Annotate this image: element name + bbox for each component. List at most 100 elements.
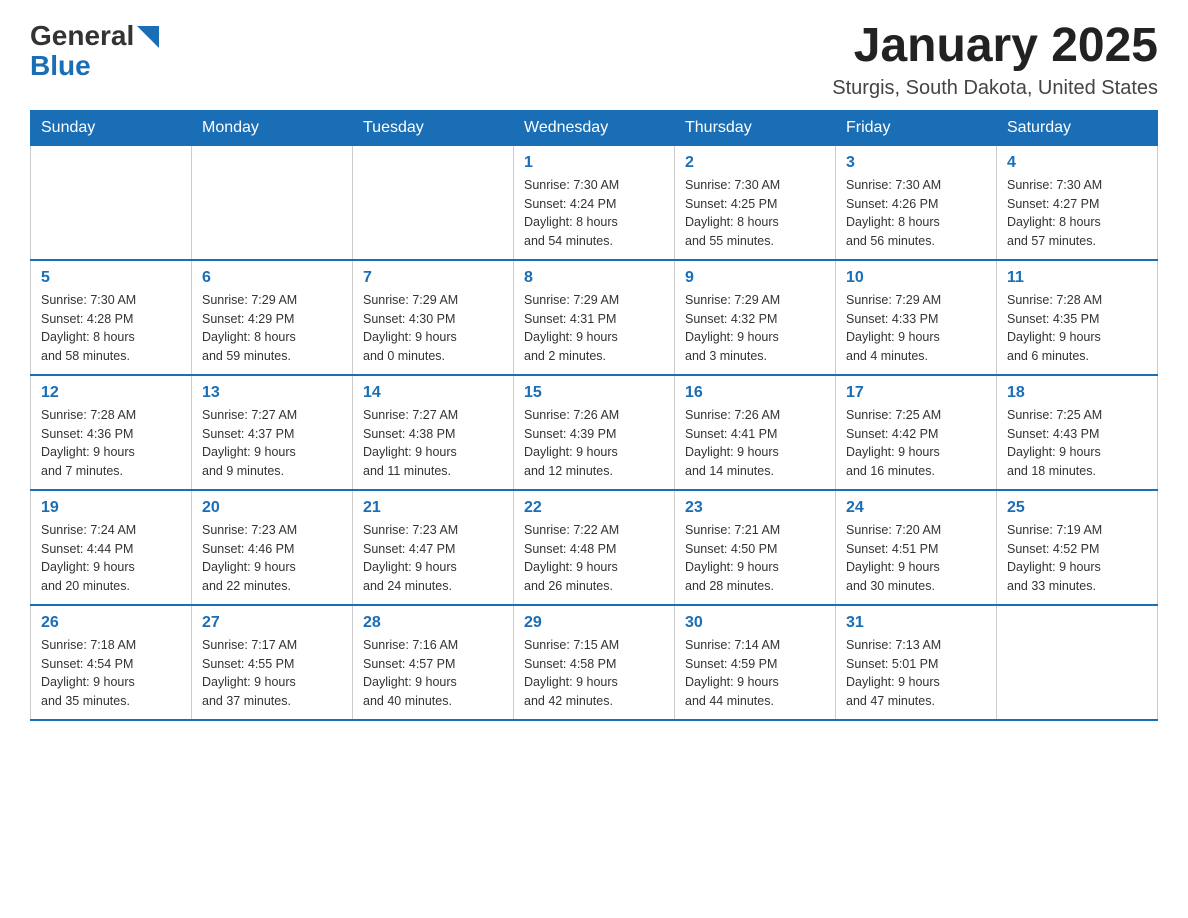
calendar-cell: 22 Sunrise: 7:22 AMSunset: 4:48 PMDayligh… [514,490,675,605]
calendar-cell [31,145,192,260]
day-info: Sunrise: 7:16 AMSunset: 4:57 PMDaylight:… [363,636,503,711]
calendar-cell: 9Sunrise: 7:29 AMSunset: 4:32 PMDaylight… [675,260,836,375]
day-info: Sunrise: 7:30 AMSunset: 4:26 PMDaylight:… [846,176,986,251]
day-info: Sunrise: 7:24 AMSunset: 4:44 PMDaylight:… [41,521,181,596]
calendar-cell [192,145,353,260]
calendar-cell: 14Sunrise: 7:27 AMSunset: 4:38 PMDayligh… [353,375,514,490]
calendar-header-row: SundayMondayTuesdayWednesdayThursdayFrid… [31,110,1158,145]
day-info: Sunrise: 7:19 AMSunset: 4:52 PMDaylight:… [1007,521,1147,596]
day-number: 2 [685,154,825,172]
calendar-cell: 11 Sunrise: 7:28 AMSunset: 4:35 PMDayligh… [997,260,1158,375]
day-info: Sunrise: 7:21 AMSunset: 4:50 PMDaylight:… [685,521,825,596]
day-number: 16 [685,384,825,402]
day-number: 30 [685,614,825,632]
day-number: 20 [202,499,342,517]
day-info: Sunrise: 7:30 AMSunset: 4:24 PMDaylight:… [524,176,664,251]
day-number: 11 [1007,269,1147,287]
weekday-header-sunday: Sunday [31,110,192,145]
weekday-header-tuesday: Tuesday [353,110,514,145]
logo-general-text: General [30,20,134,52]
day-info: Sunrise: 7:30 AMSunset: 4:25 PMDaylight:… [685,176,825,251]
calendar-cell: 25 Sunrise: 7:19 AMSunset: 4:52 PMDayligh… [997,490,1158,605]
calendar-cell: 17 Sunrise: 7:25 AMSunset: 4:42 PMDayligh… [836,375,997,490]
logo: General Blue [30,20,159,80]
day-number: 17 [846,384,986,402]
day-info: Sunrise: 7:18 AMSunset: 4:54 PMDaylight:… [41,636,181,711]
day-number: 22 [524,499,664,517]
weekday-header-saturday: Saturday [997,110,1158,145]
day-info: Sunrise: 7:29 AMSunset: 4:31 PMDaylight:… [524,291,664,366]
calendar-cell: 3 Sunrise: 7:30 AMSunset: 4:26 PMDaylight… [836,145,997,260]
title-section: January 2025 Sturgis, South Dakota, Unit… [832,20,1158,100]
day-info: Sunrise: 7:13 AMSunset: 5:01 PMDaylight:… [846,636,986,711]
calendar-cell: 6 Sunrise: 7:29 AMSunset: 4:29 PMDaylight… [192,260,353,375]
calendar-cell: 10Sunrise: 7:29 AMSunset: 4:33 PMDayligh… [836,260,997,375]
calendar-cell [997,605,1158,720]
calendar-cell: 15Sunrise: 7:26 AMSunset: 4:39 PMDayligh… [514,375,675,490]
day-number: 31 [846,614,986,632]
day-number: 28 [363,614,503,632]
day-info: Sunrise: 7:17 AMSunset: 4:55 PMDaylight:… [202,636,342,711]
calendar-week-2: 5 Sunrise: 7:30 AMSunset: 4:28 PMDaylight… [31,260,1158,375]
calendar-cell: 12Sunrise: 7:28 AMSunset: 4:36 PMDayligh… [31,375,192,490]
page-header: General Blue January 2025 Sturgis, South… [30,20,1158,100]
calendar-cell: 24 Sunrise: 7:20 AMSunset: 4:51 PMDayligh… [836,490,997,605]
day-info: Sunrise: 7:14 AMSunset: 4:59 PMDaylight:… [685,636,825,711]
calendar-cell: 26 Sunrise: 7:18 AMSunset: 4:54 PMDayligh… [31,605,192,720]
calendar-week-5: 26 Sunrise: 7:18 AMSunset: 4:54 PMDayligh… [31,605,1158,720]
day-number: 18 [1007,384,1147,402]
day-info: Sunrise: 7:22 AMSunset: 4:48 PMDaylight:… [524,521,664,596]
calendar-cell: 18 Sunrise: 7:25 AMSunset: 4:43 PMDayligh… [997,375,1158,490]
day-number: 12 [41,384,181,402]
day-info: Sunrise: 7:20 AMSunset: 4:51 PMDaylight:… [846,521,986,596]
day-number: 15 [524,384,664,402]
calendar-week-4: 19Sunrise: 7:24 AMSunset: 4:44 PMDayligh… [31,490,1158,605]
day-number: 8 [524,269,664,287]
day-info: Sunrise: 7:28 AMSunset: 4:35 PMDaylight:… [1007,291,1147,366]
calendar-cell: 23 Sunrise: 7:21 AMSunset: 4:50 PMDayligh… [675,490,836,605]
day-number: 27 [202,614,342,632]
day-info: Sunrise: 7:30 AMSunset: 4:28 PMDaylight:… [41,291,181,366]
day-info: Sunrise: 7:23 AMSunset: 4:46 PMDaylight:… [202,521,342,596]
logo-triangle-icon [137,26,159,48]
calendar-cell: 4 Sunrise: 7:30 AMSunset: 4:27 PMDaylight… [997,145,1158,260]
day-info: Sunrise: 7:29 AMSunset: 4:32 PMDaylight:… [685,291,825,366]
day-number: 24 [846,499,986,517]
day-number: 3 [846,154,986,172]
weekday-header-monday: Monday [192,110,353,145]
calendar-week-3: 12Sunrise: 7:28 AMSunset: 4:36 PMDayligh… [31,375,1158,490]
calendar-cell: 5 Sunrise: 7:30 AMSunset: 4:28 PMDaylight… [31,260,192,375]
day-info: Sunrise: 7:25 AMSunset: 4:42 PMDaylight:… [846,406,986,481]
day-number: 23 [685,499,825,517]
day-number: 1 [524,154,664,172]
calendar-week-1: 1 Sunrise: 7:30 AMSunset: 4:24 PMDaylight… [31,145,1158,260]
calendar-cell: 28 Sunrise: 7:16 AMSunset: 4:57 PMDayligh… [353,605,514,720]
day-info: Sunrise: 7:27 AMSunset: 4:37 PMDaylight:… [202,406,342,481]
day-number: 4 [1007,154,1147,172]
calendar-cell: 31 Sunrise: 7:13 AMSunset: 5:01 PMDayligh… [836,605,997,720]
day-number: 7 [363,269,503,287]
calendar-cell: 30 Sunrise: 7:14 AMSunset: 4:59 PMDayligh… [675,605,836,720]
day-number: 26 [41,614,181,632]
day-number: 14 [363,384,503,402]
day-info: Sunrise: 7:29 AMSunset: 4:29 PMDaylight:… [202,291,342,366]
day-info: Sunrise: 7:30 AMSunset: 4:27 PMDaylight:… [1007,176,1147,251]
day-info: Sunrise: 7:23 AMSunset: 4:47 PMDaylight:… [363,521,503,596]
day-number: 13 [202,384,342,402]
subtitle: Sturgis, South Dakota, United States [832,77,1158,100]
calendar-cell: 29Sunrise: 7:15 AMSunset: 4:58 PMDayligh… [514,605,675,720]
logo-blue-text: Blue [30,52,159,80]
calendar-cell: 16 Sunrise: 7:26 AMSunset: 4:41 PMDayligh… [675,375,836,490]
day-number: 29 [524,614,664,632]
day-number: 21 [363,499,503,517]
main-title: January 2025 [832,20,1158,73]
weekday-header-friday: Friday [836,110,997,145]
day-number: 6 [202,269,342,287]
calendar-cell: 21 Sunrise: 7:23 AMSunset: 4:47 PMDayligh… [353,490,514,605]
day-number: 5 [41,269,181,287]
day-info: Sunrise: 7:25 AMSunset: 4:43 PMDaylight:… [1007,406,1147,481]
day-number: 25 [1007,499,1147,517]
day-info: Sunrise: 7:26 AMSunset: 4:41 PMDaylight:… [685,406,825,481]
day-number: 10 [846,269,986,287]
calendar-cell: 1 Sunrise: 7:30 AMSunset: 4:24 PMDaylight… [514,145,675,260]
